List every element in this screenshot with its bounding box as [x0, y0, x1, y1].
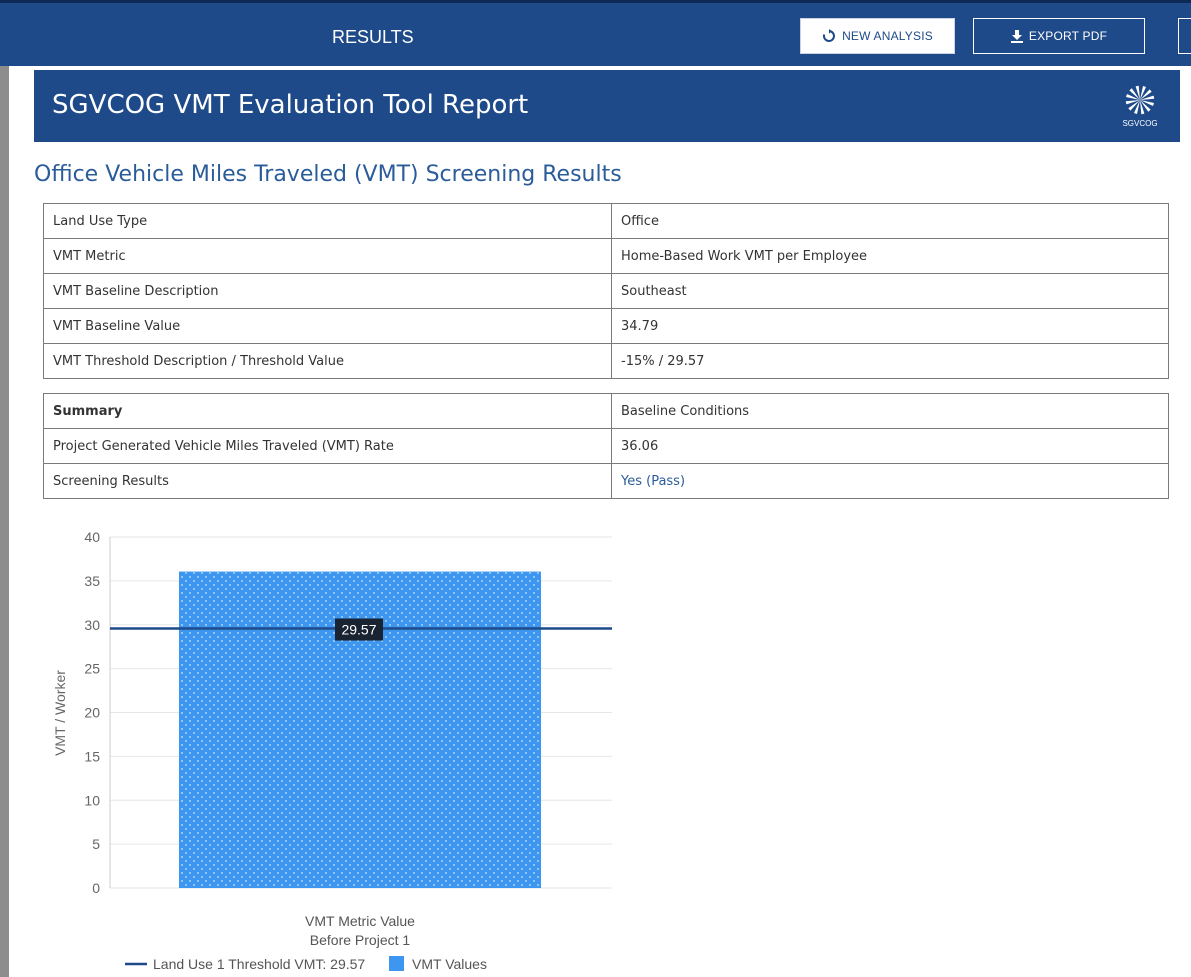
refresh-icon — [823, 29, 835, 42]
top-toolbar: RESULTS NEW ANALYSIS EXPORT PDF — [0, 0, 1191, 66]
table-row: Land Use Type Office — [43, 203, 1169, 239]
y-tick-label: 5 — [92, 836, 100, 852]
cell-label: VMT Baseline Value — [43, 308, 612, 344]
cell-value: Southeast — [611, 273, 1169, 309]
table-row: VMT Baseline Value 34.79 — [43, 308, 1169, 344]
cell-label: VMT Baseline Description — [43, 273, 612, 309]
export-pdf-button[interactable]: EXPORT PDF — [973, 18, 1145, 54]
cell-label: Screening Results — [43, 463, 612, 499]
left-sidebar-strip — [0, 66, 9, 977]
y-tick-label: 40 — [84, 529, 100, 545]
y-tick-label: 0 — [92, 880, 100, 896]
report-title: SGVCOG VMT Evaluation Tool Report — [52, 90, 529, 120]
y-tick-label: 15 — [84, 748, 100, 764]
y-tick-label: 20 — [84, 705, 100, 721]
summary-header-row: Summary Baseline Conditions — [43, 393, 1169, 429]
x-tick-label: VMT Metric Value — [305, 913, 415, 929]
legend-threshold-label: Land Use 1 Threshold VMT: 29.57 — [153, 956, 365, 972]
cell-value: 36.06 — [611, 428, 1169, 464]
table-row: VMT Threshold Description / Threshold Va… — [43, 343, 1169, 379]
cell-label: Land Use Type — [43, 203, 612, 239]
cell-value: 34.79 — [611, 308, 1169, 344]
new-analysis-label: NEW ANALYSIS — [842, 29, 933, 43]
export-pdf-label: EXPORT PDF — [1028, 29, 1108, 43]
table-row: Project Generated Vehicle Miles Traveled… — [43, 428, 1169, 464]
logo-text: SGVCOG — [1122, 119, 1158, 128]
cell-value: Home-Based Work VMT per Employee — [611, 238, 1169, 274]
y-tick-label: 30 — [84, 617, 100, 633]
logo-icon — [1125, 85, 1155, 115]
summary-header-label: Summary — [43, 393, 612, 429]
cell-label: VMT Metric — [43, 238, 612, 274]
chart-svg: 0 5 10 15 20 25 30 35 40 29.57 VMT / Worker VMT Met… — [52, 529, 612, 972]
cell-value: -15% / 29.57 — [611, 343, 1169, 379]
y-tick-label: 25 — [84, 661, 100, 677]
summary-header-value: Baseline Conditions — [611, 393, 1169, 429]
toolbar-title: RESULTS — [332, 27, 414, 47]
report-header: SGVCOG VMT Evaluation Tool Report SGVCOG — [34, 70, 1180, 142]
legend-bar-label: VMT Values — [412, 956, 487, 972]
y-tick-label: 10 — [84, 792, 100, 808]
legend-bar-swatch — [389, 956, 404, 971]
new-analysis-button[interactable]: NEW ANALYSIS — [800, 18, 955, 54]
vmt-chart: 0 5 10 15 20 25 30 35 40 29.57 VMT / Worker VMT Met… — [40, 515, 630, 977]
section-title: Office Vehicle Miles Traveled (VMT) Scre… — [34, 162, 622, 187]
sgvcog-logo: SGVCOG — [1114, 80, 1166, 134]
y-tick-label: 35 — [84, 573, 100, 589]
summary-table: Summary Baseline Conditions Project Gene… — [43, 393, 1169, 499]
table-row: VMT Baseline Description Southeast — [43, 273, 1169, 309]
table-row: VMT Metric Home-Based Work VMT per Employ… — [43, 238, 1169, 274]
parameters-table: Land Use Type Office VMT Metric Home-Based … — [43, 203, 1169, 379]
cell-label: VMT Threshold Description / Threshold Va… — [43, 343, 612, 379]
more-button[interactable] — [1178, 18, 1191, 54]
download-icon — [1010, 29, 1023, 43]
cell-label: Project Generated Vehicle Miles Traveled… — [43, 428, 612, 464]
table-row: Screening Results Yes (Pass) — [43, 463, 1169, 499]
threshold-data-label: 29.57 — [341, 622, 376, 638]
cell-value: Office — [611, 203, 1169, 239]
x-tick-label: Before Project 1 — [310, 932, 411, 948]
screening-result-value: Yes (Pass) — [611, 463, 1169, 499]
y-axis-label: VMT / Worker — [52, 670, 68, 756]
